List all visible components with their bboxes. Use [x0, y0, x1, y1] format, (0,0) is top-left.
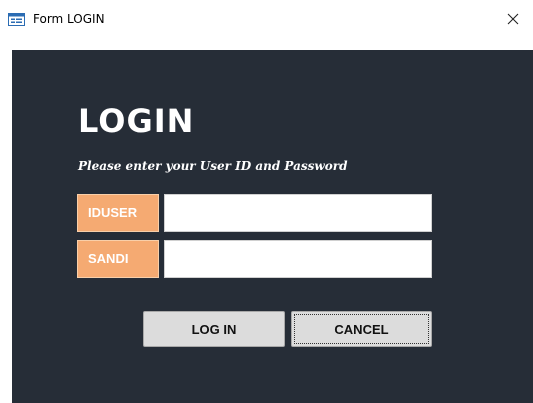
cancel-button[interactable]: CANCEL — [291, 311, 432, 347]
form-panel: LOGIN Please enter your User ID and Pass… — [12, 50, 533, 403]
close-icon — [507, 12, 519, 30]
close-button[interactable] — [493, 0, 533, 41]
window-title: Form LOGIN — [33, 12, 105, 26]
title-bar[interactable]: Form LOGIN — [0, 0, 533, 41]
login-window: Form LOGIN LOGIN Please enter your User … — [0, 0, 533, 403]
instruction-text: Please enter your User ID and Password — [78, 159, 348, 173]
form-icon — [8, 13, 25, 26]
login-button[interactable]: LOG IN — [143, 311, 285, 347]
password-label: SANDI — [77, 240, 159, 278]
password-input[interactable] — [164, 240, 432, 278]
user-id-input[interactable] — [164, 194, 432, 232]
page-title: LOGIN — [78, 102, 195, 140]
user-id-label: IDUSER — [77, 194, 159, 232]
